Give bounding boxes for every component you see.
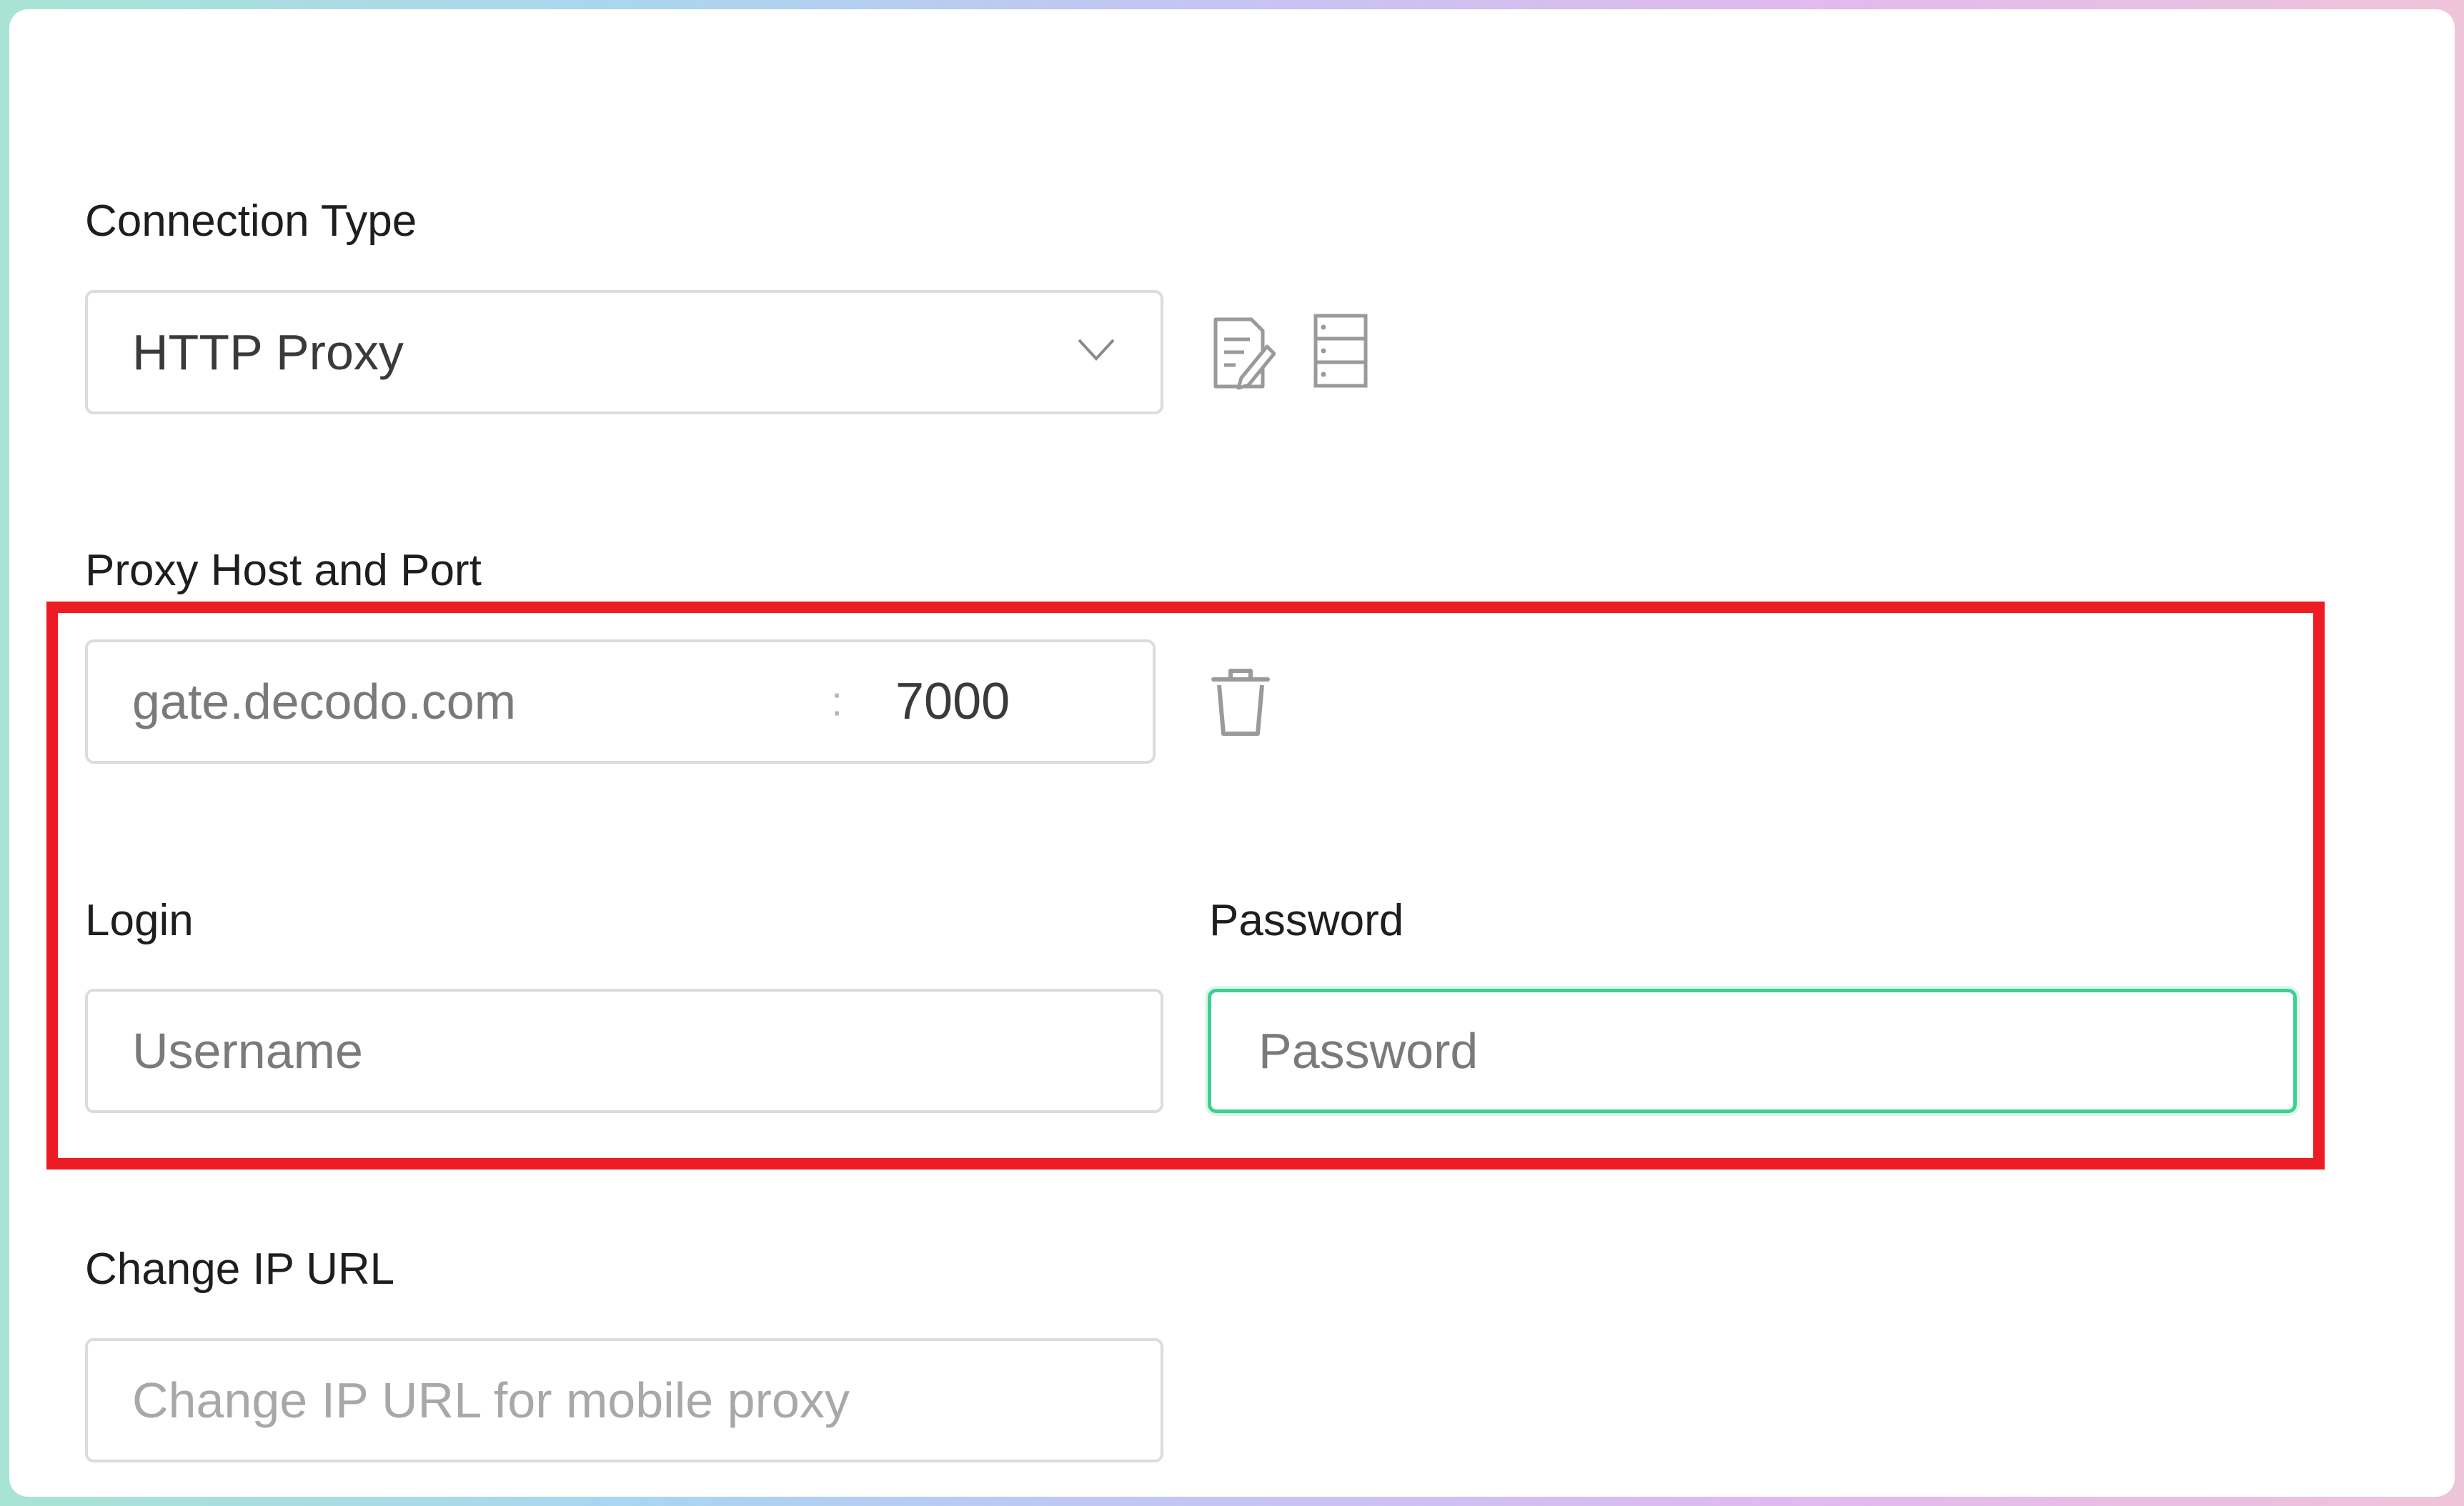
connection-type-value: HTTP Proxy xyxy=(132,324,404,380)
proxy-host-input[interactable]: gate.decodo.com xyxy=(132,677,516,727)
proxy-settings-panel: Connection Type HTTP Proxy Proxy Host an… xyxy=(9,9,2455,1497)
username-placeholder: Username xyxy=(132,1023,363,1079)
edit-notes-icon[interactable] xyxy=(1207,315,1276,392)
proxy-host-port-label: Proxy Host and Port xyxy=(85,546,482,595)
trash-icon[interactable] xyxy=(1208,665,1273,739)
host-port-separator: : xyxy=(831,678,843,725)
password-label: Password xyxy=(1209,896,1404,945)
proxy-host-port-field[interactable]: gate.decodo.com : 7000 xyxy=(85,639,1156,764)
change-ip-url-input[interactable]: Change IP URL for mobile proxy xyxy=(85,1338,1163,1462)
change-ip-url-label: Change IP URL xyxy=(85,1245,395,1294)
connection-type-label: Connection Type xyxy=(85,196,417,246)
proxy-port-input[interactable]: 7000 xyxy=(895,672,1010,731)
change-ip-url-placeholder: Change IP URL for mobile proxy xyxy=(132,1372,850,1428)
password-placeholder: Password xyxy=(1258,1023,1479,1079)
username-input[interactable]: Username xyxy=(85,989,1163,1113)
password-input[interactable]: Password xyxy=(1208,989,2297,1113)
chevron-down-icon xyxy=(1078,339,1115,361)
server-list-icon[interactable] xyxy=(1312,312,1369,389)
login-label: Login xyxy=(85,896,194,945)
connection-type-select[interactable]: HTTP Proxy xyxy=(85,290,1163,414)
